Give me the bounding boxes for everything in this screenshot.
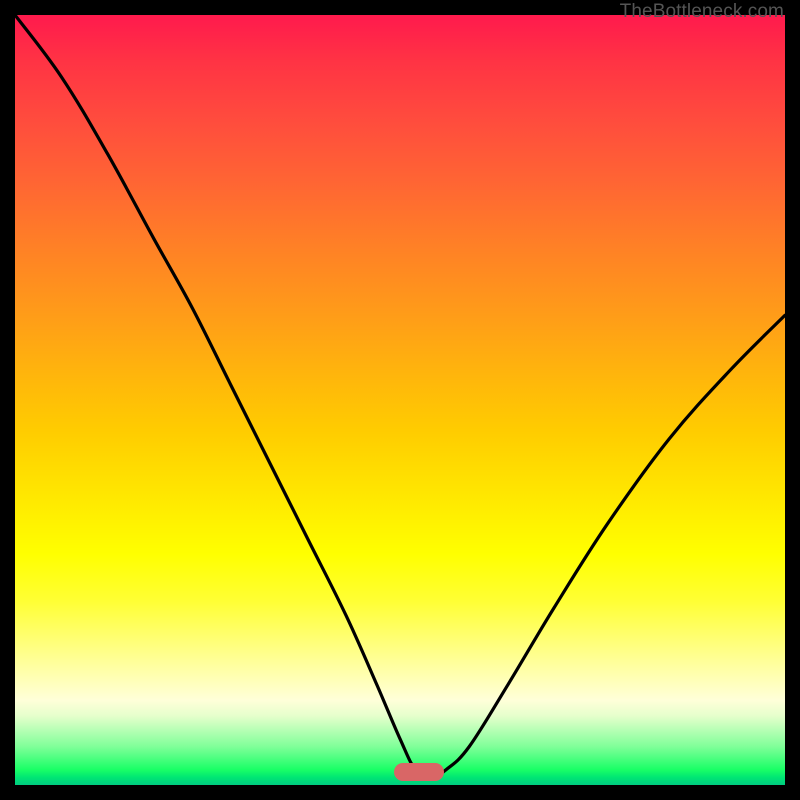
chart-frame: TheBottleneck.com: [0, 0, 800, 800]
attribution-text: TheBottleneck.com: [620, 1, 784, 23]
plot-area: [15, 15, 785, 785]
bottleneck-curve: [15, 15, 785, 785]
optimum-marker: [394, 763, 444, 781]
